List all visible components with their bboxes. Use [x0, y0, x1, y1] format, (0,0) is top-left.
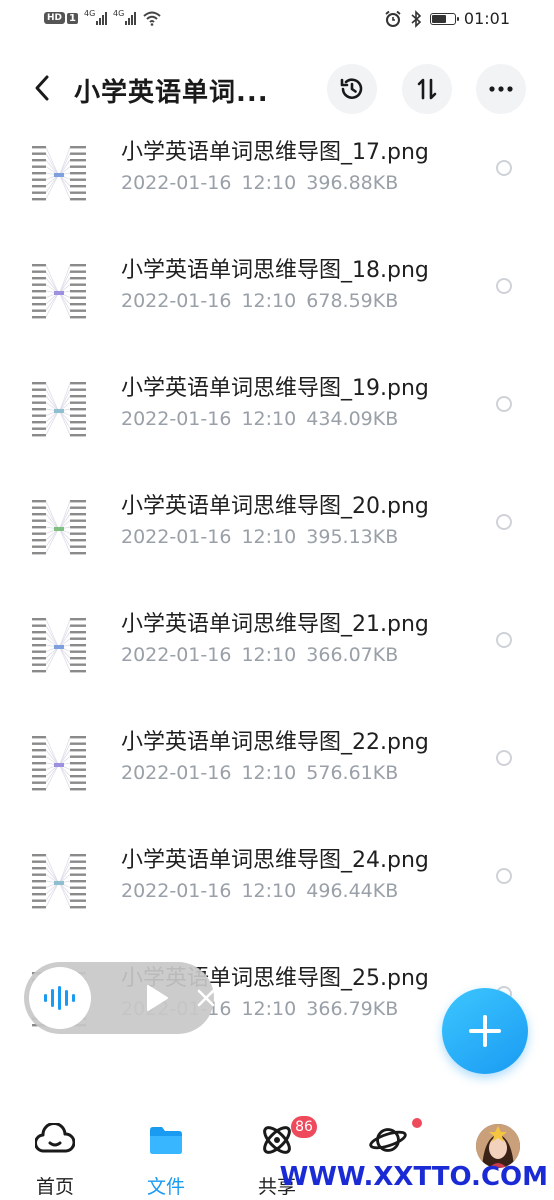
file-size: 396.88KB	[306, 172, 399, 194]
file-row[interactable]: 小学英语单词思维导图_18.png 2022-01-16 12:10 678.59…	[0, 246, 554, 364]
file-meta: 2022-01-16 12:10 396.88KB	[121, 172, 398, 194]
file-name: 小学英语单词思维导图_22.png	[121, 730, 429, 755]
status-bar: HD 1 4G 4G 01:01	[0, 0, 554, 42]
select-radio[interactable]	[496, 396, 512, 412]
file-size: 366.79KB	[306, 998, 399, 1020]
battery-icon	[429, 12, 459, 25]
sim-indicator: 1	[67, 12, 78, 24]
file-thumbnail	[28, 494, 90, 564]
file-size: 576.61KB	[306, 762, 399, 784]
file-date: 2022-01-16	[121, 408, 232, 430]
hd-icon: HD	[44, 12, 66, 24]
file-name: 小学英语单词思维导图_24.png	[121, 848, 429, 873]
file-meta: 2022-01-16 12:10 395.13KB	[121, 526, 398, 548]
file-meta: 2022-01-16 12:10 678.59KB	[121, 290, 398, 312]
file-thumbnail	[28, 258, 90, 328]
plus-icon	[469, 1015, 501, 1047]
history-icon	[340, 78, 363, 99]
file-name: 小学英语单词思维导图_19.png	[121, 376, 429, 401]
tab-label: 首页	[35, 1176, 74, 1198]
select-radio[interactable]	[496, 632, 512, 648]
file-row[interactable]: 小学英语单词思维导图_19.png 2022-01-16 12:10 434.09…	[0, 364, 554, 482]
select-radio[interactable]	[496, 160, 512, 176]
select-radio[interactable]	[496, 750, 512, 766]
folder-icon	[146, 1120, 186, 1160]
file-list: 2022-01-16 12:10 579.55KB小学英语单词思维导图_17.p…	[0, 100, 554, 1104]
file-time: 12:10	[241, 290, 297, 312]
status-left: HD 1 4G 4G	[44, 9, 162, 26]
close-icon	[197, 989, 215, 1007]
file-size: 678.59KB	[306, 290, 399, 312]
file-date: 2022-01-16	[121, 880, 232, 902]
file-name: 小学英语单词思维导图_18.png	[121, 258, 429, 283]
signal-icon: 4G	[112, 9, 136, 25]
file-name: 小学英语单词思维导图_21.png	[121, 612, 429, 637]
close-player-button[interactable]	[192, 984, 220, 1012]
tab-label: 文件	[146, 1176, 185, 1198]
bluetooth-icon	[411, 9, 422, 28]
more-icon	[489, 86, 513, 92]
notification-dot	[412, 1118, 422, 1128]
file-size: 366.07KB	[306, 644, 399, 666]
wifi-icon	[143, 11, 161, 26]
file-thumbnail	[28, 848, 90, 918]
file-date: 2022-01-16	[121, 762, 232, 784]
signal-icon: 4G	[83, 9, 107, 25]
file-thumbnail	[28, 140, 90, 210]
file-row[interactable]: 小学英语单词思维导图_22.png 2022-01-16 12:10 576.61…	[0, 718, 554, 836]
file-row[interactable]: 小学英语单词思维导图_17.png 2022-01-16 12:10 396.88…	[0, 128, 554, 246]
home-cloud-icon	[35, 1120, 75, 1160]
file-time: 12:10	[241, 644, 297, 666]
file-time: 12:10	[241, 172, 297, 194]
file-name: 小学英语单词思维导图_17.png	[121, 140, 429, 165]
file-time: 12:10	[241, 408, 297, 430]
file-time: 12:10	[241, 998, 297, 1020]
file-time: 12:10	[241, 880, 297, 902]
file-thumbnail	[28, 612, 90, 682]
play-icon	[147, 985, 168, 1011]
file-date: 2022-01-16	[121, 290, 232, 312]
file-size: 434.09KB	[306, 408, 399, 430]
file-meta: 2022-01-16 12:10 496.44KB	[121, 880, 398, 902]
select-radio[interactable]	[496, 514, 512, 530]
add-button[interactable]	[442, 988, 528, 1074]
play-button[interactable]	[142, 982, 172, 1014]
file-thumbnail	[28, 730, 90, 800]
share-badge: 86	[291, 1116, 317, 1138]
file-row[interactable]: 小学英语单词思维导图_24.png 2022-01-16 12:10 496.44…	[0, 836, 554, 954]
signal-label: 4G	[112, 9, 125, 18]
tab-files[interactable]: 文件	[116, 1104, 216, 1200]
signal-label: 4G	[83, 9, 96, 18]
clock: 01:01	[463, 9, 510, 28]
select-radio[interactable]	[496, 278, 512, 294]
voice-player[interactable]	[24, 962, 215, 1034]
file-date: 2022-01-16	[121, 172, 232, 194]
voice-wave-icon	[44, 986, 75, 1010]
file-name: 小学英语单词思维导图_20.png	[121, 494, 429, 519]
file-row[interactable]: 小学英语单词思维导图_21.png 2022-01-16 12:10 366.07…	[0, 600, 554, 718]
planet-icon	[368, 1120, 408, 1160]
alarm-icon	[385, 10, 401, 27]
file-meta: 2022-01-16 12:10 434.09KB	[121, 408, 398, 430]
back-icon	[35, 75, 49, 101]
file-thumbnail	[28, 376, 90, 446]
select-radio[interactable]	[496, 868, 512, 884]
file-date: 2022-01-16	[121, 526, 232, 548]
file-time: 12:10	[241, 526, 297, 548]
file-size: 496.44KB	[306, 880, 399, 902]
tab-home[interactable]: 首页	[5, 1104, 105, 1200]
file-meta: 2022-01-16 12:10 576.61KB	[121, 762, 398, 784]
file-meta: 2022-01-16 12:10 366.07KB	[121, 644, 398, 666]
watermark: WWW.XXTTO.COM	[279, 1162, 548, 1192]
file-date: 2022-01-16	[121, 644, 232, 666]
file-time: 12:10	[241, 762, 297, 784]
file-row[interactable]: 小学英语单词思维导图_20.png 2022-01-16 12:10 395.13…	[0, 482, 554, 600]
status-right: 01:01	[384, 9, 510, 28]
file-size: 395.13KB	[306, 526, 399, 548]
sort-icon	[417, 78, 437, 100]
voice-wave-button[interactable]	[29, 967, 91, 1029]
file-row[interactable]: 2022-01-16 12:10 579.55KB	[0, 100, 554, 128]
